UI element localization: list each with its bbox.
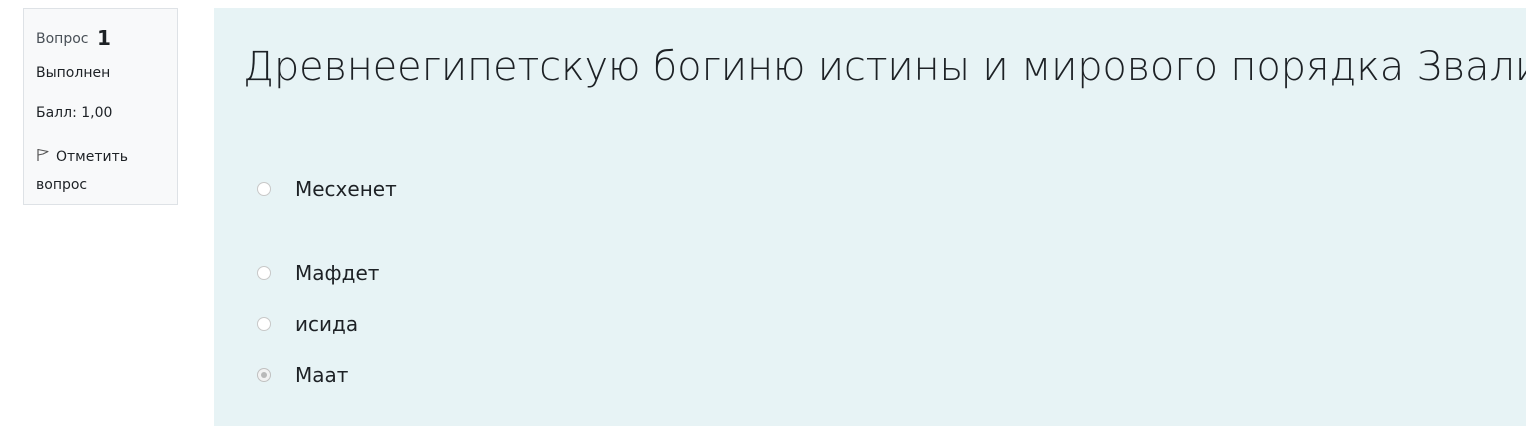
question-info-panel: Вопрос 1 Выполнен Балл: 1,00 Отметить во… xyxy=(23,8,178,205)
question-prefix: Вопрос xyxy=(36,31,89,47)
question-content: Древнеегипетскую богиню истины и мировог… xyxy=(214,8,1526,426)
answer-label-1: Месхенет xyxy=(295,177,397,201)
question-number-row: Вопрос 1 xyxy=(36,27,166,49)
question-text: Древнеегипетскую богиню истины и мировог… xyxy=(243,44,1526,90)
answer-label-3: исида xyxy=(295,312,359,336)
answer-radio-2[interactable] xyxy=(257,266,271,280)
flag-question-button[interactable]: Отметить вопрос xyxy=(36,143,166,199)
answer-label-2: Мафдет xyxy=(295,261,380,285)
question-grade: Балл: 1,00 xyxy=(36,105,113,121)
question-number: 1 xyxy=(96,26,111,50)
answer-option-3[interactable]: исида xyxy=(257,309,358,339)
answer-radio-3[interactable] xyxy=(257,317,271,331)
answer-label-4: Маат xyxy=(295,363,349,387)
question-state: Выполнен xyxy=(36,65,111,81)
answer-option-4[interactable]: Маат xyxy=(257,360,348,390)
answer-radio-1[interactable] xyxy=(257,182,271,196)
flag-icon xyxy=(36,144,50,161)
answer-radio-4[interactable] xyxy=(257,368,271,382)
answer-option-2[interactable]: Мафдет xyxy=(257,258,379,288)
answer-option-1[interactable]: Месхенет xyxy=(257,174,397,204)
